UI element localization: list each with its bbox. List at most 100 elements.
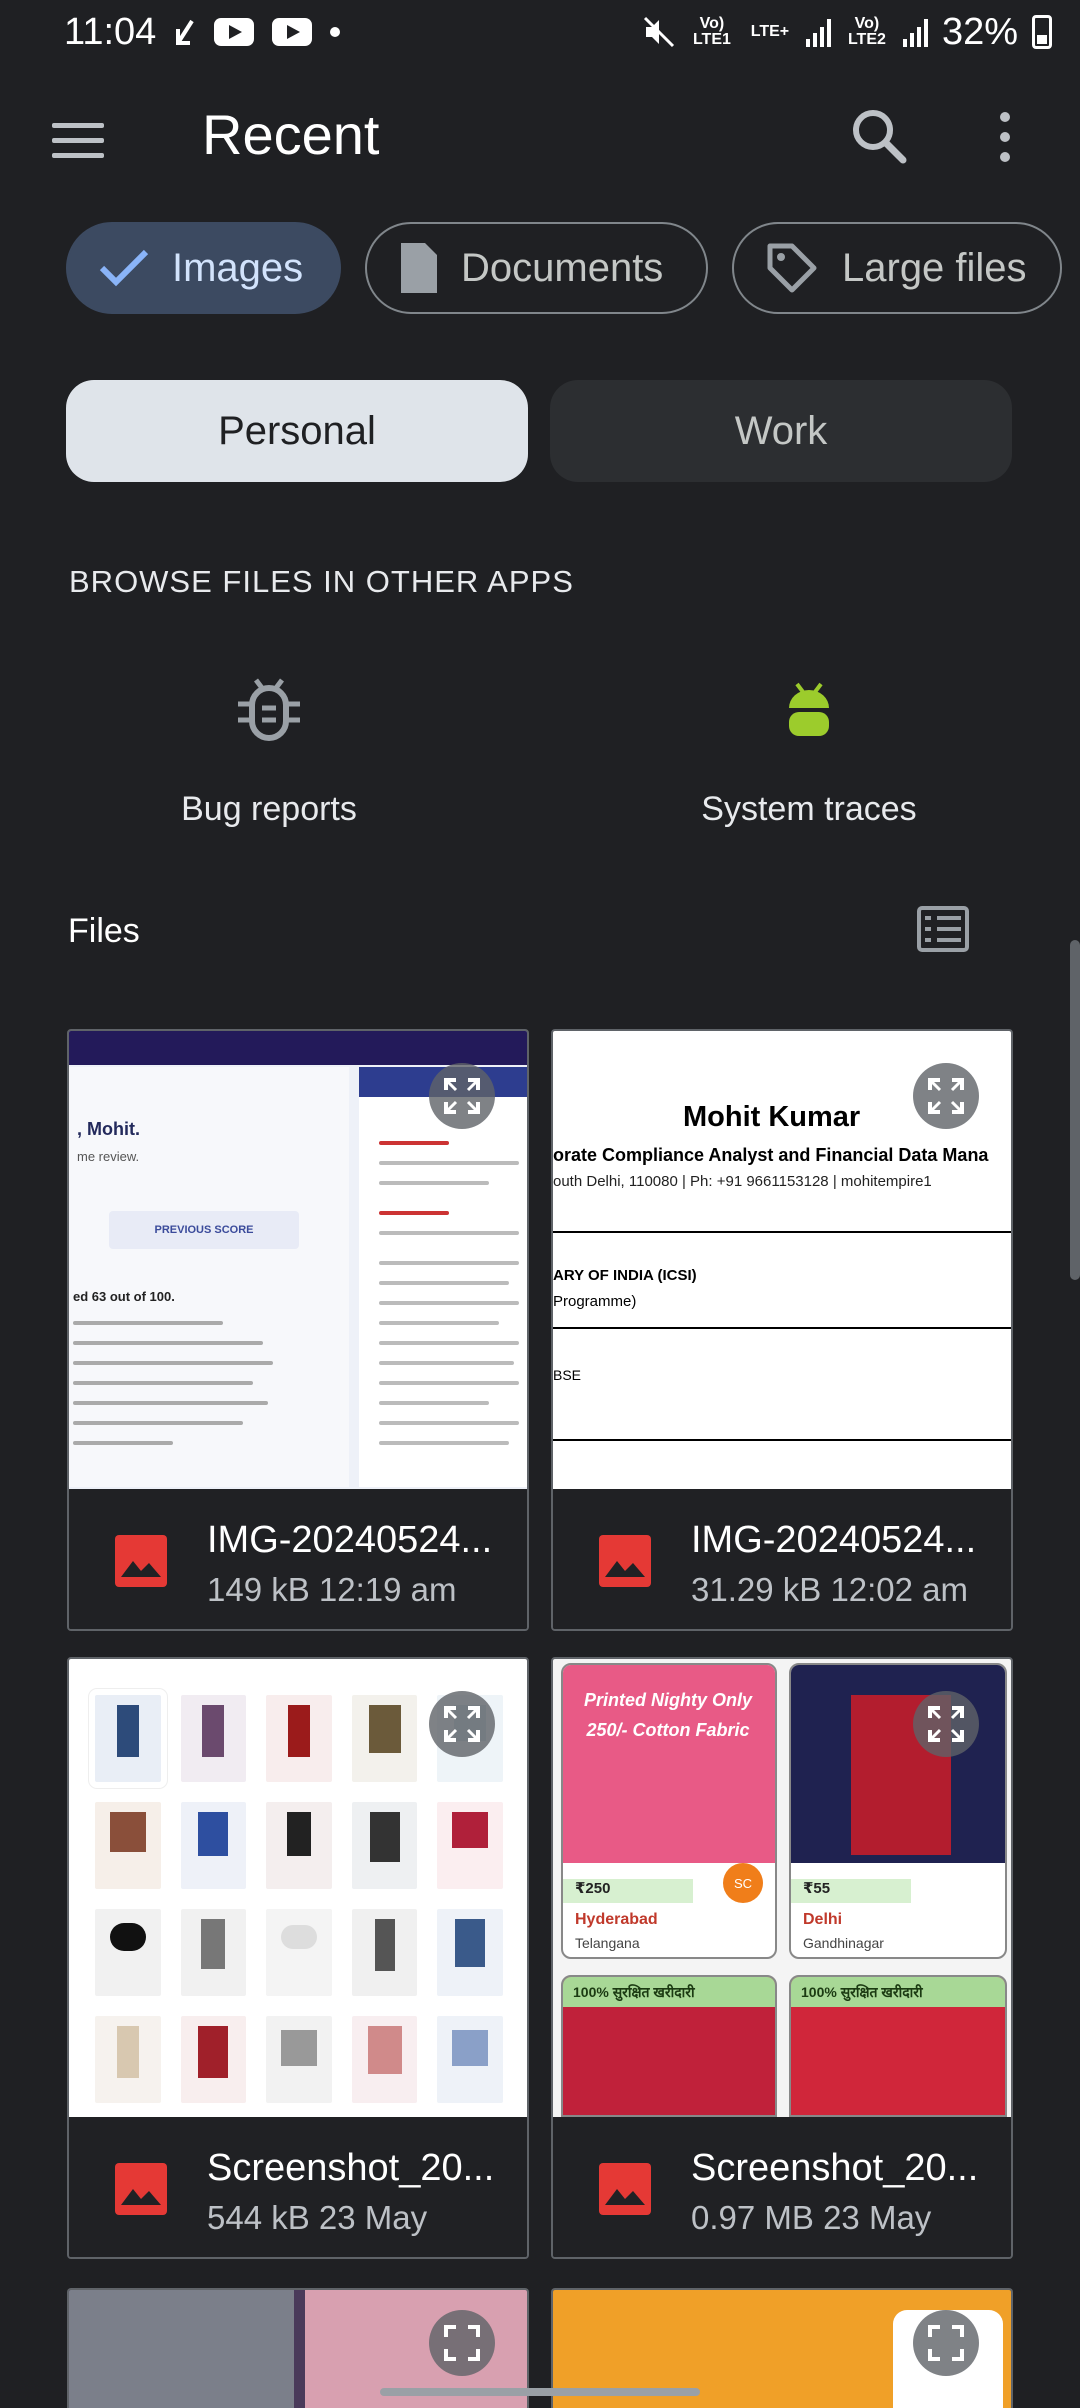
thumb-text: orate Compliance Analyst and Financial D… bbox=[553, 1145, 989, 1165]
top-app-bar: Recent bbox=[0, 80, 1080, 190]
file-name: Screenshot_20... bbox=[207, 2147, 495, 2189]
browse-section-title: BROWSE FILES IN OTHER APPS bbox=[69, 564, 574, 599]
expand-icon bbox=[444, 1078, 480, 1114]
signal-sim1-icon bbox=[805, 17, 831, 47]
thumb-text: Programme) bbox=[553, 1293, 637, 1310]
file-thumbnail: Mohit Kumar orate Compliance Analyst and… bbox=[553, 1031, 1011, 1489]
thumb-text: Printed Nighty Only 250/- Cotton Fabric bbox=[583, 1690, 752, 1740]
expand-button[interactable] bbox=[913, 1691, 979, 1757]
file-meta: IMG-20240524... 31.29 kB 12:02 am bbox=[553, 1489, 1011, 1629]
thumb-text: Mohit Kumar bbox=[683, 1101, 861, 1133]
menu-button[interactable] bbox=[44, 110, 114, 170]
thumb-text: ARY OF INDIA (ICSI) bbox=[553, 1267, 697, 1284]
thumb-text: 100% सुरक्षित खरीदारी bbox=[563, 1977, 775, 2007]
image-file-icon bbox=[599, 2163, 651, 2215]
expand-button[interactable] bbox=[913, 1063, 979, 1129]
file-size: 149 kB bbox=[207, 1571, 310, 1608]
expand-button[interactable] bbox=[429, 2310, 495, 2376]
battery-icon bbox=[1032, 15, 1052, 49]
file-time: 12:19 am bbox=[318, 1571, 457, 1608]
thumb-text: ₹250 bbox=[563, 1879, 693, 1903]
thumb-text: outh Delhi, 110080 | Ph: +91 9661153128 … bbox=[553, 1173, 932, 1190]
system-traces-icon bbox=[789, 682, 829, 736]
thumb-text: Delhi bbox=[803, 1911, 843, 1928]
tab-work[interactable]: Work bbox=[550, 380, 1012, 482]
file-meta: IMG-20240524... 149 kB 12:19 am bbox=[69, 1489, 527, 1629]
file-details: 31.29 kB 12:02 am bbox=[691, 1571, 968, 1609]
file-time: 23 May bbox=[318, 2199, 428, 2236]
network-sim1-label: Vo) LTE1 bbox=[692, 15, 731, 48]
expand-button[interactable] bbox=[429, 1063, 495, 1129]
chip-label: Images bbox=[172, 245, 304, 290]
profile-toggle: Personal Work bbox=[66, 380, 1012, 482]
document-icon bbox=[401, 243, 437, 293]
app-label: Bug reports bbox=[181, 790, 357, 828]
network-lte-label: LTE+ bbox=[750, 23, 790, 40]
network-sim2-label: Vo) LTE2 bbox=[847, 15, 886, 48]
page-title: Recent bbox=[202, 103, 380, 166]
expand-icon bbox=[928, 1078, 964, 1114]
app-system-traces[interactable]: System traces bbox=[609, 670, 1009, 829]
thumb-text: Hyderabad bbox=[575, 1911, 658, 1928]
chip-large-files[interactable]: Large files bbox=[732, 222, 1062, 314]
thumb-text: 100% सुरक्षित खरीदारी bbox=[791, 1977, 1005, 2007]
file-meta: Screenshot_20... 0.97 MB 23 May bbox=[553, 2117, 1011, 2257]
file-details: 149 kB 12:19 am bbox=[207, 1571, 457, 1609]
file-size: 0.97 MB bbox=[691, 2199, 814, 2236]
file-thumbnail: Printed Nighty Only 250/- Cotton Fabric … bbox=[553, 1659, 1011, 2117]
expand-icon bbox=[928, 2325, 964, 2361]
thumb-text: me review. bbox=[77, 1149, 140, 1164]
chip-label: Documents bbox=[461, 245, 664, 290]
scrollbar[interactable] bbox=[1070, 940, 1080, 1280]
check-icon bbox=[99, 249, 149, 287]
file-time: 23 May bbox=[823, 2199, 932, 2236]
file-card[interactable]: Printed Nighty Only 250/- Cotton Fabric … bbox=[551, 1657, 1013, 2259]
notification-dot-icon bbox=[330, 27, 341, 37]
image-file-icon bbox=[115, 1535, 167, 1587]
chip-documents[interactable]: Documents bbox=[365, 222, 708, 314]
app-label: System traces bbox=[701, 790, 917, 828]
expand-button[interactable] bbox=[913, 2310, 979, 2376]
signal-sim2-icon bbox=[902, 17, 928, 47]
image-file-icon bbox=[115, 2163, 167, 2215]
file-name: IMG-20240524... bbox=[207, 1519, 493, 1561]
expand-icon bbox=[444, 1706, 480, 1742]
file-details: 544 kB 23 May bbox=[207, 2199, 427, 2237]
expand-icon bbox=[444, 2325, 480, 2361]
file-details: 0.97 MB 23 May bbox=[691, 2199, 931, 2237]
thumb-text: BSE bbox=[553, 1367, 582, 1383]
thumb-text: Telangana bbox=[575, 1935, 640, 1951]
bug-icon bbox=[238, 678, 300, 741]
file-size: 31.29 kB bbox=[691, 1571, 822, 1608]
file-thumbnail bbox=[69, 1659, 527, 2117]
file-card[interactable]: Mohit Kumar orate Compliance Analyst and… bbox=[551, 1029, 1013, 1631]
more-options-button[interactable] bbox=[980, 102, 1030, 172]
missed-call-icon bbox=[174, 17, 196, 47]
battery-percent: 32% bbox=[941, 10, 1018, 53]
status-time: 11:04 bbox=[64, 10, 157, 53]
youtube-icon bbox=[214, 18, 255, 46]
filter-chips: Images Documents Large files bbox=[66, 222, 1062, 314]
tab-personal[interactable]: Personal bbox=[66, 380, 528, 482]
file-name: IMG-20240524... bbox=[691, 1519, 977, 1561]
chip-images[interactable]: Images bbox=[66, 222, 341, 314]
list-view-button[interactable] bbox=[917, 906, 969, 956]
thumb-text: ed 63 out of 100. bbox=[73, 1289, 175, 1304]
file-card[interactable]: , Mohit. me review. PREVIOUS SCORE ed 63… bbox=[67, 1029, 529, 1631]
thumb-text: Gandhinagar bbox=[803, 1935, 884, 1951]
browse-apps: Bug reports System traces bbox=[0, 670, 1080, 840]
youtube-icon bbox=[272, 18, 313, 46]
file-size: 544 kB bbox=[207, 2199, 310, 2236]
thumb-text: ₹55 bbox=[791, 1879, 911, 1903]
file-card[interactable]: Screenshot_20... 544 kB 23 May bbox=[67, 1657, 529, 2259]
search-button[interactable] bbox=[845, 102, 915, 172]
home-indicator[interactable] bbox=[380, 2388, 700, 2396]
file-meta: Screenshot_20... 544 kB 23 May bbox=[69, 2117, 527, 2257]
thumb-text: , Mohit. bbox=[77, 1119, 140, 1139]
search-icon bbox=[853, 110, 907, 164]
thumb-text: PREVIOUS SCORE bbox=[109, 1211, 299, 1249]
expand-button[interactable] bbox=[429, 1691, 495, 1757]
file-thumbnail: , Mohit. me review. PREVIOUS SCORE ed 63… bbox=[69, 1031, 527, 1489]
app-bug-reports[interactable]: Bug reports bbox=[69, 670, 469, 829]
file-time: 12:02 am bbox=[830, 1571, 969, 1608]
